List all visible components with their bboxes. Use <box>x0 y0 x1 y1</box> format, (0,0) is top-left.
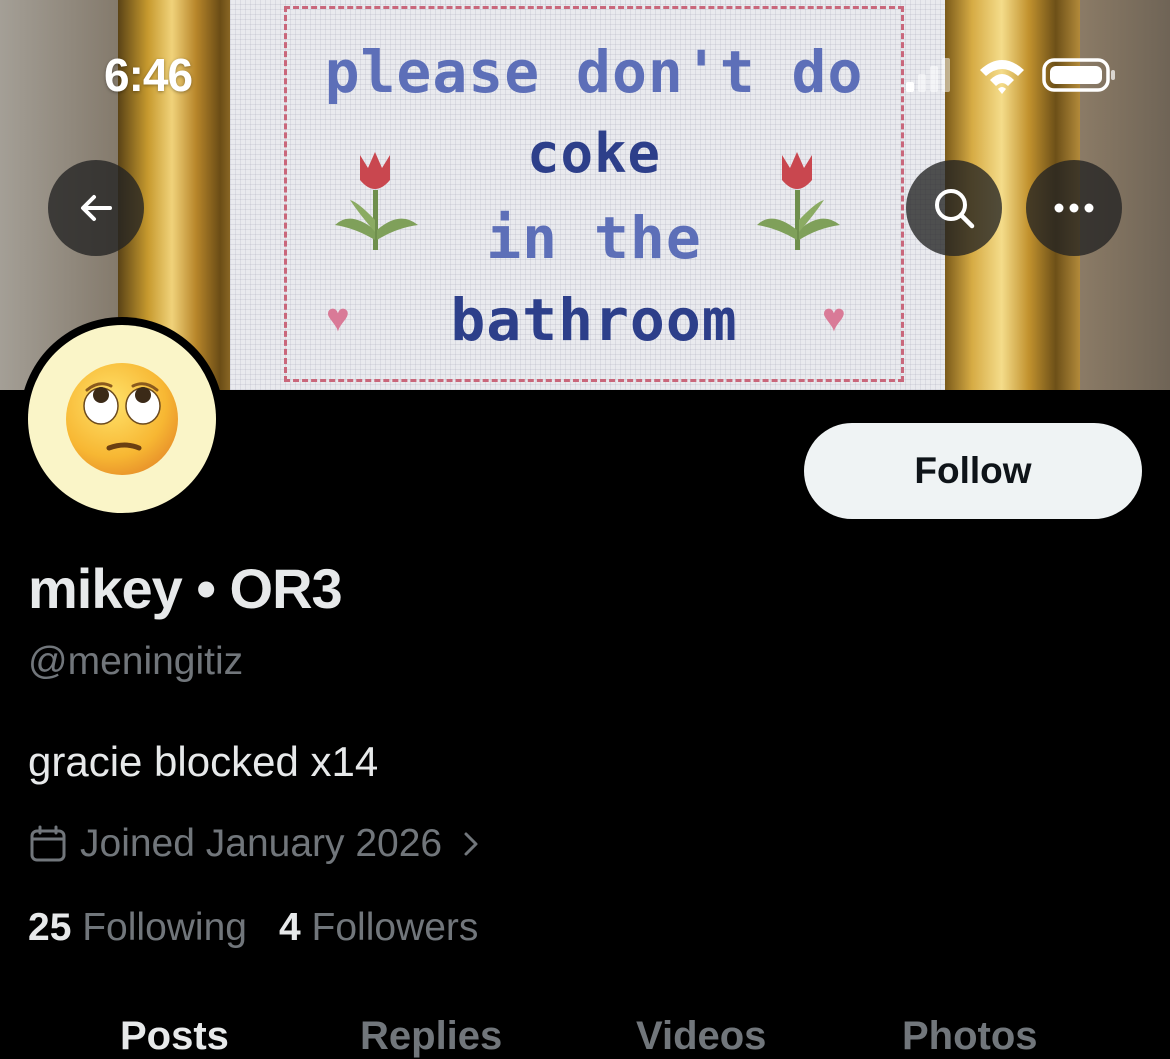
following-label: Following <box>82 906 247 949</box>
search-button[interactable] <box>906 160 1002 256</box>
arrow-left-icon <box>81 195 112 221</box>
follow-stats: 25 Following 4 Followers <box>28 906 510 950</box>
tab-photos[interactable]: Photos <box>902 1014 1038 1059</box>
tulip-left-icon <box>335 152 418 250</box>
calendar-icon <box>30 825 66 862</box>
profile-handle: @meningitiz <box>28 640 244 683</box>
cellular-signal-icon <box>906 58 950 92</box>
embroidery-line-4: bathroom <box>450 286 738 354</box>
battery-icon <box>1042 58 1115 92</box>
followers-link[interactable]: 4 Followers <box>279 906 478 950</box>
more-button[interactable] <box>1026 160 1122 256</box>
status-icons <box>906 58 1115 94</box>
chevron-right-icon <box>464 832 478 856</box>
more-horizontal-icon <box>1054 203 1094 213</box>
following-link[interactable]: 25 Following <box>28 906 247 950</box>
profile-bio: gracie blocked x14 <box>28 738 379 785</box>
eye-roll-emoji-icon <box>66 363 178 475</box>
status-time: 6:46 <box>104 49 193 101</box>
heart-right-icon: ♥ <box>822 296 846 340</box>
avatar[interactable] <box>28 325 216 513</box>
heart-left-icon: ♥ <box>326 296 350 340</box>
tulip-right-icon <box>757 152 840 250</box>
tab-posts[interactable]: Posts <box>120 1014 229 1059</box>
joined-date-row[interactable]: Joined January 2026 <box>28 822 498 866</box>
following-count: 25 <box>28 906 72 949</box>
back-button[interactable] <box>48 160 144 256</box>
search-icon <box>935 189 975 229</box>
embroidery-line-1: please don't do <box>324 38 864 106</box>
wifi-icon <box>980 60 1024 94</box>
display-name: mikey • OR3 <box>28 557 343 620</box>
joined-date-text: Joined January 2026 <box>80 822 443 865</box>
followers-label: Followers <box>311 906 479 949</box>
followers-count: 4 <box>278 906 301 949</box>
profile-tabs: Posts Replies Videos Photos <box>0 1014 1170 1058</box>
tab-videos[interactable]: Videos <box>636 1014 766 1059</box>
follow-button[interactable]: Follow <box>804 423 1142 519</box>
tab-replies[interactable]: Replies <box>360 1014 502 1059</box>
